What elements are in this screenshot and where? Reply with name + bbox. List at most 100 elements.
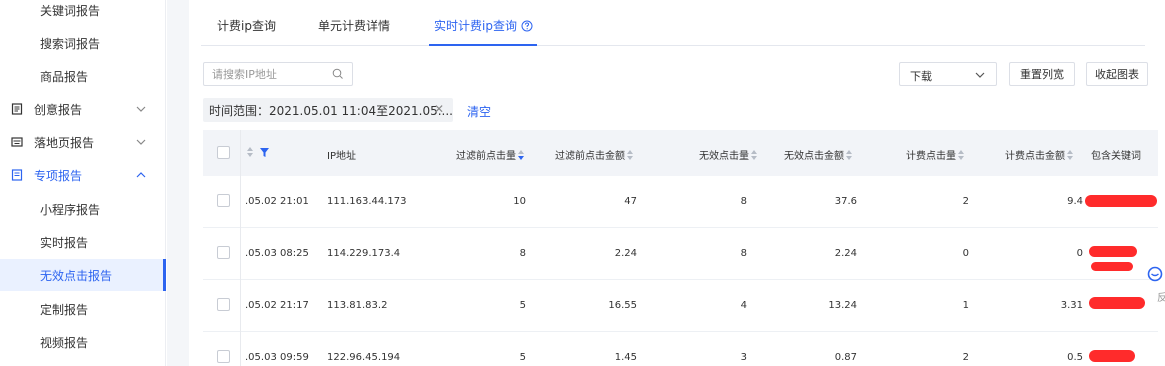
cell-invalid-clicks: 4 [740,300,747,311]
sidebar-item-keyword-report[interactable]: 关键词报告 [0,0,166,26]
column-header-billed-amount[interactable]: 计费点击金额 [1005,147,1073,162]
sidebar-item-label: 专项报告 [34,168,83,183]
help-circle-icon[interactable] [521,20,533,32]
redaction-mark [1089,246,1137,257]
cell-pre-amount: 47 [624,196,637,207]
tab-unit-billing-detail[interactable]: 单元计费详情 [318,17,390,34]
table-row: .05.03 08:25 114.229.173.4 8 2.24 8 2.24… [203,228,1158,280]
cell-ip: 122.96.45.194 [327,352,401,363]
redaction-mark [1091,262,1133,271]
filter-icon[interactable] [260,148,270,157]
ip-search-input[interactable] [204,63,324,85]
redaction-mark [1089,350,1135,362]
cell-invalid-amount: 0.87 [834,352,857,363]
tab-bar: 计费ip查询 单元计费详情 实时计费ip查询 [201,0,1145,46]
layout-gutter [167,0,189,366]
sidebar-item-video-report[interactable]: 视频报告 [0,326,166,358]
sidebar-item-label: 实时报告 [40,235,89,250]
sidebar-item-realtime-report[interactable]: 实时报告 [0,226,166,258]
sidebar-item-invalid-click-report[interactable]: 无效点击报告 [0,259,166,291]
select-all-checkbox[interactable] [217,146,230,159]
search-icon[interactable] [332,68,344,80]
close-icon[interactable]: ✕ [434,102,444,116]
time-range-filter-tag: 时间范围：2021.05.01 11:04至2021.05.... ✕ [203,98,453,122]
table-row: .05.02 21:01 111.163.44.173 10 47 8 37.6… [203,176,1158,228]
cell-pre-amount: 1.45 [614,352,637,363]
column-header-label: 计费点击金额 [1005,151,1065,162]
column-header-billed-clicks[interactable]: 计费点击量 [906,147,964,162]
cell-billed-clicks: 1 [962,300,969,311]
cell-time: .05.02 21:01 [245,196,309,207]
cell-billed-amount: 9.4 [1067,196,1083,207]
sidebar-item-label: 视频报告 [40,335,89,350]
sidebar-item-label: 创意报告 [34,102,83,117]
cell-invalid-amount: 2.24 [834,248,857,259]
cell-billed-amount: 3.31 [1060,300,1083,311]
cell-pre-clicks: 5 [519,300,526,311]
column-header-pre-amount[interactable]: 过滤前点击金额 [555,147,633,162]
column-header-label: 无效点击量 [699,151,749,162]
column-header-keywords: 包含关键词 [1091,151,1141,162]
ip-search-box [203,62,353,86]
row-checkbox[interactable] [217,246,230,259]
table-header: IP地址 过滤前点击量 过滤前点击金额 无效点击量 无效点击金额 计费点击量 计… [203,130,1158,176]
cell-pre-clicks: 10 [513,196,526,207]
keyboard-icon [10,135,24,149]
sidebar-item-product-report[interactable]: 商品报告 [0,60,166,92]
floating-label: 反 [1157,293,1165,304]
cell-pre-clicks: 5 [519,352,526,363]
row-checkbox[interactable] [217,194,230,207]
sort-icon [958,150,964,160]
column-header-label: 无效点击金额 [784,151,844,162]
sort-icon [627,150,633,160]
sidebar-item-label: 小程序报告 [40,202,101,217]
table-row: .05.03 09:59 122.96.45.194 5 1.45 3 0.87… [203,332,1158,366]
sidebar-item-label: 无效点击报告 [40,268,113,283]
cell-invalid-clicks: 8 [740,196,747,207]
column-header-invalid-amount[interactable]: 无效点击金额 [784,147,852,162]
row-checkbox[interactable] [217,298,230,311]
floating-feedback-button[interactable]: 反 [1144,264,1165,304]
download-select[interactable]: 下载 [899,62,997,86]
cell-billed-amount: 0 [1076,248,1083,259]
collapse-chart-button[interactable]: 收起图表 [1086,62,1148,86]
sort-desc-icon [518,150,524,160]
row-checkbox[interactable] [217,350,230,363]
filter-tag-text: 时间范围：2021.05.01 11:04至2021.05.... [209,104,453,118]
cell-time: .05.03 09:59 [245,352,309,363]
column-header-invalid-clicks[interactable]: 无效点击量 [699,147,757,162]
time-column-header[interactable] [245,147,270,159]
sidebar-group-creative-report[interactable]: 创意报告 [0,93,166,125]
reset-column-width-button[interactable]: 重置列宽 [1009,62,1075,86]
sidebar-group-special-report[interactable]: 专项报告 [0,159,166,191]
cell-billed-clicks: 2 [962,196,969,207]
cell-pre-clicks: 8 [519,248,526,259]
tab-billing-ip-query[interactable]: 计费ip查询 [217,17,276,34]
cell-invalid-amount: 37.6 [834,196,857,207]
tab-realtime-billing-ip-query[interactable]: 实时计费ip查询 [434,17,533,34]
cell-ip: 113.81.83.2 [327,300,388,311]
column-header-label: 过滤前点击量 [456,151,516,162]
sidebar-item-label: 搜索词报告 [40,36,101,51]
cell-billed-clicks: 0 [962,248,969,259]
sidebar: 关键词报告 搜索词报告 商品报告 创意报告 落地页报告 专项报告 小程序报告 实… [0,0,166,366]
clear-filters-link[interactable]: 清空 [467,103,491,120]
active-tab-underline [429,44,537,46]
cell-pre-amount: 2.24 [614,248,637,259]
tab-label: 实时计费ip查询 [434,19,517,33]
sidebar-item-search-term-report[interactable]: 搜索词报告 [0,27,166,59]
sidebar-item-custom-report[interactable]: 定制报告 [0,293,166,325]
sidebar-item-label: 关键词报告 [40,3,101,18]
redaction-mark [1089,297,1145,309]
column-header-ip: IP地址 [327,151,356,162]
sidebar-item-miniprogram-report[interactable]: 小程序报告 [0,193,166,225]
chevron-down-icon [975,72,985,78]
cell-invalid-clicks: 3 [740,352,747,363]
cell-time: .05.03 08:25 [245,248,309,259]
chevron-down-icon [136,139,146,145]
column-header-label: 过滤前点击金额 [555,151,625,162]
sort-icon [247,147,253,157]
column-header-pre-clicks[interactable]: 过滤前点击量 [456,147,524,162]
table-row: .05.02 21:17 113.81.83.2 5 16.55 4 13.24… [203,280,1158,332]
sidebar-group-landing-page-report[interactable]: 落地页报告 [0,126,166,158]
